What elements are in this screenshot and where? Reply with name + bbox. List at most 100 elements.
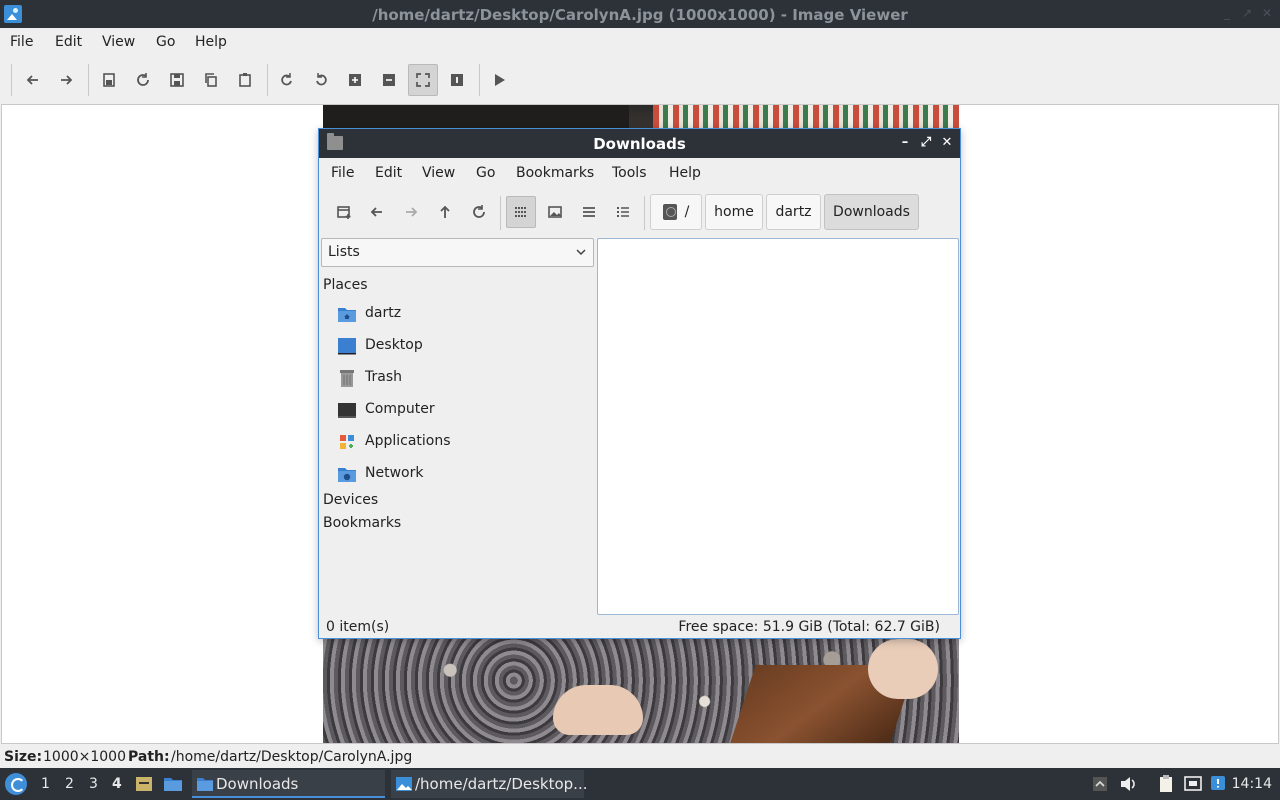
rotate-clockwise-button[interactable] — [273, 64, 301, 96]
copy-icon — [205, 73, 217, 87]
icon-view-button[interactable] — [506, 196, 536, 228]
tray-expand-icon[interactable] — [1090, 774, 1110, 794]
folder-launcher-icon[interactable] — [163, 774, 183, 794]
breadcrumb-home[interactable]: home — [705, 194, 763, 230]
viewer-menu-file[interactable]: File — [10, 34, 33, 50]
fm-menu-edit[interactable]: Edit — [375, 165, 402, 181]
zoom-out-button[interactable] — [375, 64, 403, 96]
viewer-menu-help[interactable]: Help — [195, 34, 227, 50]
place-label: Applications — [365, 433, 451, 449]
fm-menu-go[interactable]: Go — [476, 165, 495, 181]
place-item-desktop[interactable]: Desktop — [337, 332, 587, 360]
save-icon — [170, 73, 184, 87]
viewer-menu-edit[interactable]: Edit — [55, 34, 82, 50]
breadcrumb-dartz-label: dartz — [775, 204, 812, 220]
breadcrumb-home-label: home — [714, 204, 754, 220]
breadcrumb-dartz[interactable]: dartz — [766, 194, 821, 230]
fm-back-button[interactable] — [362, 196, 392, 228]
task-image-viewer[interactable]: /home/dartz/Desktop... — [391, 770, 588, 798]
save-button[interactable] — [163, 64, 191, 96]
fm-minimize-icon[interactable]: – — [897, 135, 913, 151]
slideshow-button[interactable] — [485, 64, 513, 96]
start-menu-icon[interactable] — [5, 773, 27, 795]
path-value: /home/dartz/Desktop/CarolynA.jpg — [171, 749, 413, 765]
volume-icon[interactable] — [1118, 774, 1138, 794]
maximize-icon[interactable]: ↗ — [1240, 6, 1254, 20]
previous-image-button[interactable] — [19, 64, 47, 96]
viewer-menubar: File Edit View Go Help — [0, 28, 1280, 56]
size-value: 1000×1000 — [43, 749, 126, 765]
breadcrumb-downloads[interactable]: Downloads — [824, 194, 919, 230]
fm-menu-bookmarks[interactable]: Bookmarks — [516, 165, 594, 181]
viewer-window-title: /home/dartz/Desktop/CarolynA.jpg (1000x1… — [372, 6, 908, 24]
rotate-counterclockwise-button[interactable] — [307, 64, 335, 96]
viewer-menu-view[interactable]: View — [102, 34, 135, 50]
fm-up-button[interactable] — [430, 196, 460, 228]
file-list-pane[interactable] — [597, 238, 959, 615]
fm-menu-file[interactable]: File — [331, 165, 354, 181]
compact-view-button[interactable] — [574, 196, 604, 228]
place-item-applications[interactable]: Applications — [337, 428, 587, 456]
viewer-menu-go[interactable]: Go — [156, 34, 175, 50]
clipboard-manager-icon[interactable] — [1156, 774, 1176, 794]
play-icon — [495, 74, 505, 86]
task-downloads[interactable]: Downloads — [192, 770, 385, 798]
fm-menubar: File Edit View Go Bookmarks Tools Help — [319, 158, 960, 188]
free-space: Free space: 51.9 GiB (Total: 62.7 GiB) — [678, 619, 940, 635]
file-manager-launcher-icon[interactable] — [134, 774, 154, 794]
place-item-network[interactable]: Network — [337, 460, 587, 488]
next-image-button[interactable] — [52, 64, 80, 96]
reload-icon — [473, 205, 485, 218]
arrow-left-icon — [26, 75, 38, 85]
clock: 14:14 — [1231, 776, 1272, 792]
workspace-3[interactable]: 3 — [89, 776, 98, 792]
sidebar-mode-select[interactable]: Lists — [321, 238, 594, 267]
fm-menu-view[interactable]: View — [422, 165, 455, 181]
minimize-icon[interactable]: _ — [1220, 6, 1234, 20]
arrow-left-icon — [370, 207, 382, 217]
viewer-toolbar — [0, 56, 1280, 104]
folder-icon — [197, 778, 213, 791]
workspace-1[interactable]: 1 — [41, 776, 50, 792]
network-status-icon[interactable] — [1183, 774, 1203, 794]
fm-forward-button[interactable] — [396, 196, 426, 228]
paste-button[interactable] — [231, 64, 259, 96]
devices-heading[interactable]: Devices — [323, 492, 378, 508]
fm-reload-button[interactable] — [464, 196, 494, 228]
fm-titlebar[interactable]: Downloads – ⤢ ✕ — [319, 129, 960, 158]
arrow-right-icon — [406, 207, 418, 217]
image-viewer-icon — [396, 777, 412, 791]
original-size-button[interactable] — [443, 64, 471, 96]
detailed-list-view-button[interactable] — [608, 196, 638, 228]
reload-button[interactable] — [129, 64, 157, 96]
fm-menu-tools[interactable]: Tools — [612, 165, 647, 181]
place-item-home[interactable]: dartz — [337, 300, 587, 328]
fm-close-icon[interactable]: ✕ — [939, 135, 955, 151]
path-label: Path: — [128, 749, 170, 765]
thumbnail-view-button[interactable] — [540, 196, 570, 228]
workspace-4[interactable]: 4 — [112, 776, 122, 792]
breadcrumb-root[interactable]: / — [650, 194, 702, 230]
place-item-computer[interactable]: Computer — [337, 396, 587, 424]
open-file-button[interactable] — [95, 64, 123, 96]
clipboard-icon — [239, 73, 251, 87]
zoom-in-button[interactable] — [341, 64, 369, 96]
workspace-2[interactable]: 2 — [65, 776, 74, 792]
copy-button[interactable] — [197, 64, 225, 96]
bookmarks-heading[interactable]: Bookmarks — [323, 515, 401, 531]
fm-menu-help[interactable]: Help — [669, 165, 701, 181]
sidebar-mode-value: Lists — [328, 244, 360, 260]
fm-sidebar: Lists Places dartz Desktop Trash Compute… — [321, 237, 594, 615]
thumbnail-view-icon — [548, 206, 562, 218]
fm-maximize-icon[interactable]: ⤢ — [918, 135, 934, 151]
drive-icon — [662, 204, 677, 220]
breadcrumb-downloads-label: Downloads — [833, 204, 910, 220]
new-tab-button[interactable] — [329, 196, 359, 228]
close-icon[interactable]: ✕ — [1260, 6, 1274, 20]
photo-region-hand — [868, 639, 938, 699]
toolbar-separator — [11, 64, 12, 96]
place-item-trash[interactable]: Trash — [337, 364, 587, 392]
rotate-right-icon — [281, 73, 292, 86]
fit-to-window-button[interactable] — [408, 64, 438, 96]
updates-icon[interactable] — [1209, 774, 1229, 794]
